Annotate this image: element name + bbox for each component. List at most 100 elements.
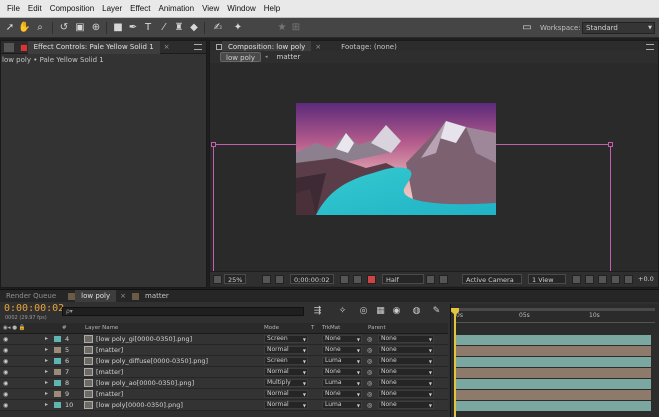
parent-select[interactable]: None (378, 390, 434, 398)
close-icon[interactable]: × (315, 43, 321, 51)
track-matte-select[interactable]: None (322, 390, 362, 398)
layer-name[interactable]: [low poly_gi[0000-0350].png] (96, 335, 262, 344)
expand-triangle-icon[interactable]: ▸ (45, 379, 48, 386)
label-color-swatch[interactable] (54, 380, 61, 386)
column-parent-header[interactable]: Parent (368, 325, 386, 331)
tab-render-queue[interactable]: Render Queue (0, 290, 62, 303)
column-t-header[interactable]: T (311, 325, 314, 331)
graph-editor-icon[interactable]: ◍ (410, 306, 423, 316)
label-color-swatch[interactable] (54, 402, 61, 408)
crumb-matter[interactable]: matter (272, 52, 306, 62)
roto-brush-tool-icon[interactable]: ✍ (212, 21, 224, 34)
blend-mode-select[interactable]: Normal (264, 401, 308, 409)
close-icon[interactable]: × (120, 292, 126, 300)
layer-duration-bar[interactable] (456, 390, 651, 400)
panel-menu-icon[interactable] (646, 44, 654, 50)
toggle-icon[interactable]: ▭ (520, 21, 534, 34)
menu-edit[interactable]: Edit (24, 4, 46, 13)
comp-mini-flowchart-icon[interactable]: ⇶ (311, 306, 324, 316)
blend-mode-select[interactable]: Normal (264, 368, 308, 376)
region-of-interest-icon[interactable] (426, 275, 435, 284)
blend-mode-select[interactable]: Screen (264, 357, 308, 365)
eraser-tool-icon[interactable]: ◆ (188, 21, 200, 34)
pick-whip-icon[interactable]: ◎ (367, 335, 372, 344)
fast-previews-icon[interactable] (585, 275, 594, 284)
track-matte-select[interactable]: Luma (322, 379, 362, 387)
work-area-bar[interactable] (455, 308, 655, 311)
layer-row[interactable]: ◉ ▸ 7 [matter]Normal None ◎ None (0, 367, 448, 378)
pan-behind-tool-icon[interactable]: ⊕ (90, 21, 102, 34)
blend-mode-select[interactable]: Normal (264, 390, 308, 398)
axis-icon[interactable]: ⊞ (290, 21, 302, 34)
eye-icon[interactable]: ◉ (3, 358, 8, 365)
rectangle-tool-icon[interactable]: ■ (112, 21, 124, 34)
bounds-handle[interactable] (608, 142, 613, 147)
menu-effect[interactable]: Effect (126, 4, 154, 13)
transparency-grid-icon[interactable] (439, 275, 448, 284)
track-matte-select[interactable]: Luma (322, 401, 362, 409)
menu-layer[interactable]: Layer (98, 4, 126, 13)
expand-triangle-icon[interactable]: ▸ (45, 346, 48, 353)
parent-select[interactable]: None (378, 401, 434, 409)
layer-duration-bar[interactable] (456, 335, 651, 345)
pick-whip-icon[interactable]: ◎ (367, 379, 372, 388)
time-ruler[interactable]: 0s 05s 10s (450, 304, 659, 334)
crumb-low-poly[interactable]: low poly (220, 52, 261, 62)
motion-blur-icon[interactable]: ◉ (390, 306, 403, 316)
workspace-select[interactable]: Standard (582, 22, 655, 34)
expand-triangle-icon[interactable]: ▸ (45, 357, 48, 364)
layer-name[interactable]: [matter] (96, 368, 262, 377)
eye-icon[interactable]: ◉ (3, 391, 8, 398)
camera-tool-icon[interactable]: ▣ (74, 21, 86, 34)
menu-view[interactable]: View (198, 4, 223, 13)
pen-tool-icon[interactable]: ✒ (127, 21, 139, 34)
av-features-header-icon[interactable]: ◉◂ ● 🔒 (3, 325, 26, 331)
eye-icon[interactable]: ◉ (3, 336, 8, 343)
pick-whip-icon[interactable]: ◎ (367, 357, 372, 366)
rotate-tool-icon[interactable]: ↺ (58, 21, 70, 34)
timeline-current-time[interactable]: 0:00:00:02 (4, 303, 64, 314)
label-color-swatch[interactable] (54, 336, 61, 342)
layer-duration-bar[interactable] (456, 401, 651, 411)
parent-select[interactable]: None (378, 357, 434, 365)
menu-composition[interactable]: Composition (46, 4, 98, 13)
layer-name[interactable]: [low poly_ao[0000-0350].png] (96, 379, 262, 388)
layer-name[interactable]: [matter] (96, 346, 262, 355)
flowchart-icon[interactable] (611, 275, 620, 284)
brainstorm-icon[interactable]: ✎ (430, 306, 443, 316)
magnification-select[interactable]: 25% (224, 274, 247, 284)
exposure-value[interactable]: +0.0 (638, 274, 654, 284)
toggle-pixel-aspect-icon[interactable] (572, 275, 581, 284)
eye-icon[interactable]: ◉ (3, 347, 8, 354)
layer-name[interactable]: [matter] (96, 390, 262, 399)
layer-duration-bar[interactable] (456, 346, 651, 356)
layer-row[interactable]: ◉ ▸ 5 [matter]Normal None ◎ None (0, 345, 448, 356)
pick-whip-icon[interactable]: ◎ (367, 346, 372, 355)
label-color-swatch[interactable] (54, 391, 61, 397)
parent-select[interactable]: None (378, 335, 434, 343)
column-number-header[interactable]: # (62, 325, 67, 331)
always-preview-icon[interactable] (213, 275, 222, 284)
panel-menu-icon[interactable] (194, 44, 202, 50)
draft-3d-icon[interactable]: ✧ (336, 306, 349, 316)
label-color-swatch[interactable] (54, 358, 61, 364)
show-snapshot-icon[interactable] (353, 275, 362, 284)
layer-duration-bar[interactable] (456, 357, 651, 367)
timeline-icon[interactable] (598, 275, 607, 284)
frame-blending-icon[interactable]: ▦ (374, 306, 387, 316)
eye-icon[interactable]: ◉ (3, 369, 8, 376)
layer-row[interactable]: ◉ ▸ 9 [matter]Normal None ◎ None (0, 389, 448, 400)
pick-whip-icon[interactable]: ◎ (367, 390, 372, 399)
label-color-swatch[interactable] (54, 369, 61, 375)
grid-guides-icon[interactable] (262, 275, 271, 284)
track-matte-select[interactable]: None (322, 335, 362, 343)
snapshot-icon[interactable] (340, 275, 349, 284)
expand-triangle-icon[interactable]: ▸ (45, 390, 48, 397)
tab-low-poly[interactable]: low poly (75, 289, 117, 303)
layer-row[interactable]: ◉ ▸ 4 [low poly_gi[0000-0350].png]Screen Non… (0, 334, 448, 345)
hide-shy-layers-icon[interactable]: ◎ (357, 306, 370, 316)
layer-row[interactable]: ◉ ▸ 8 [low poly_ao[0000-0350].png]Multiply L… (0, 378, 448, 389)
layer-name[interactable]: [low poly[0000-0350].png] (96, 401, 262, 410)
track-matte-select[interactable]: Luma (322, 357, 362, 365)
parent-select[interactable]: None (378, 368, 434, 376)
